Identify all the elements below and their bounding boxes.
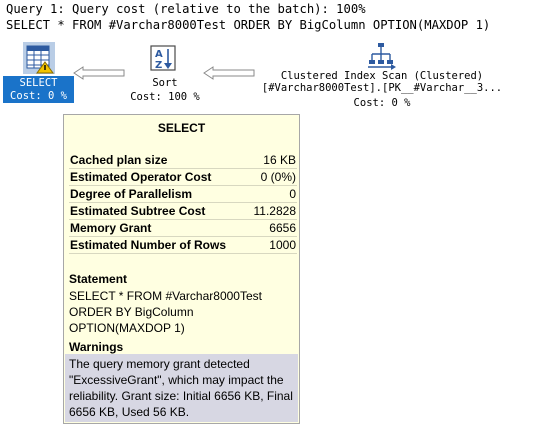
select-node-label: SELECT — [19, 77, 58, 89]
sort-node-label: Sort — [152, 77, 178, 89]
tooltip-row: Degree of Parallelism 0 — [69, 185, 297, 203]
scan-node-object: [#Varchar8000Test].[PK__#Varchar__3... — [261, 82, 503, 94]
property-name: Cached plan size — [69, 152, 247, 169]
query-text: SELECT * FROM #Varchar8000Test ORDER BY … — [6, 18, 491, 32]
property-value: 0 (0%) — [246, 168, 297, 186]
scan-node-cost: Cost: 0 % — [353, 97, 411, 109]
sort-node-cost: Cost: 100 % — [130, 91, 200, 103]
property-value: 6656 — [246, 219, 297, 237]
tooltip-row: Estimated Subtree Cost 11.2828 — [69, 202, 297, 220]
clustered-index-scan-node[interactable]: Clustered Index Scan (Clustered) [#Varch… — [258, 40, 506, 112]
statement-line: SELECT * FROM #Varchar8000Test — [69, 289, 262, 303]
select-tooltip: SELECT Cached plan size 16 KB Estimated … — [63, 114, 300, 424]
query-cost-header: Query 1: Query cost (relative to the bat… — [6, 2, 366, 16]
tooltip-row: Estimated Number of Rows 1000 — [69, 236, 297, 254]
sort-node[interactable]: A Z Sort Cost: 100 % — [120, 42, 210, 104]
warnings-heading: Warnings — [69, 340, 124, 354]
select-icon — [23, 42, 55, 74]
tooltip-row: Memory Grant 6656 — [69, 219, 297, 237]
property-name: Estimated Number of Rows — [69, 236, 247, 254]
clustered-index-scan-icon — [365, 42, 397, 72]
statement-line: ORDER BY BigColumn — [69, 305, 194, 319]
warnings-text: The query memory grant detected "Excessi… — [65, 354, 298, 422]
property-value: 16 KB — [246, 152, 297, 169]
tooltip-title: SELECT — [157, 121, 206, 135]
flow-arrow-sort-to-select — [73, 66, 125, 80]
svg-text:Z: Z — [155, 60, 162, 71]
property-value: 11.2828 — [246, 202, 297, 220]
sort-icon: A Z — [149, 44, 179, 74]
property-name: Degree of Parallelism — [69, 185, 247, 203]
tooltip-properties: Cached plan size 16 KB Estimated Operato… — [69, 152, 297, 254]
select-node-cost: Cost: 0 % — [10, 90, 67, 102]
property-value: 0 — [246, 185, 297, 203]
statement-heading: Statement — [69, 272, 128, 286]
flow-arrow-scan-to-sort — [203, 66, 255, 80]
property-name: Estimated Operator Cost — [69, 168, 247, 186]
property-name: Memory Grant — [69, 219, 247, 237]
property-name: Estimated Subtree Cost — [69, 202, 247, 220]
scan-node-label: Clustered Index Scan (Clustered) — [280, 70, 484, 82]
tooltip-row: Estimated Operator Cost 0 (0%) — [69, 168, 297, 186]
statement-line: OPTION(MAXDOP 1) — [69, 321, 185, 335]
svg-text:A: A — [155, 49, 163, 60]
property-value: 1000 — [246, 236, 297, 254]
tooltip-row: Cached plan size 16 KB — [69, 152, 297, 169]
select-node-caption[interactable]: SELECT Cost: 0 % — [3, 76, 74, 103]
